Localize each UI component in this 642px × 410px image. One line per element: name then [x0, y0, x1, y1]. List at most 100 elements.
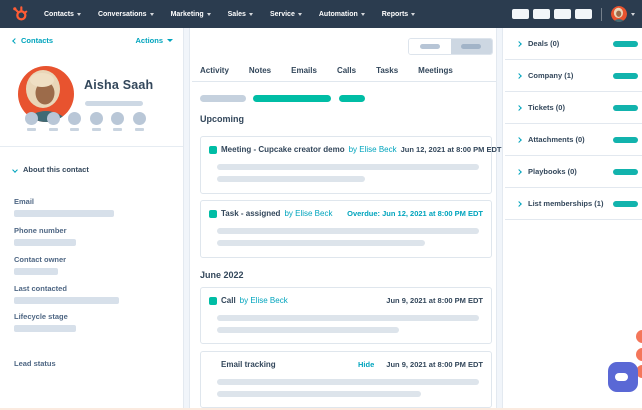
about-contact-section-toggle[interactable]: About this contact: [13, 165, 89, 174]
card-byline[interactable]: by Elise Beck: [240, 296, 288, 305]
chevron-down-icon: [249, 13, 253, 16]
tab-emails[interactable]: Emails: [291, 66, 317, 75]
task-icon: [209, 210, 217, 218]
back-to-contacts-link[interactable]: Contacts: [13, 36, 53, 45]
main-menu: Contacts Conversations Marketing Sales S…: [44, 11, 415, 18]
filter-chip[interactable]: [339, 95, 365, 102]
section-playbooks[interactable]: Playbooks (0): [505, 156, 642, 188]
card-title[interactable]: Email tracking: [221, 360, 276, 369]
quick-action-icon[interactable]: [111, 112, 124, 131]
tab-activity[interactable]: Activity: [200, 66, 229, 75]
card-title[interactable]: Meeting - Cupcake creator demo: [221, 145, 345, 154]
nav-item-reports[interactable]: Reports: [382, 11, 415, 18]
chevron-right-icon: [516, 137, 522, 143]
card-timestamp-overdue: Overdue: Jun 12, 2021 at 8:00 PM EDT: [347, 209, 483, 218]
tab-calls[interactable]: Calls: [337, 66, 356, 75]
chevron-left-icon: [12, 38, 18, 44]
nav-item-contacts[interactable]: Contacts: [44, 11, 81, 18]
section-label: Playbooks (0): [528, 167, 577, 176]
quick-action-icon[interactable]: [90, 112, 103, 131]
placeholder-bar: [217, 240, 425, 246]
card-title[interactable]: Call: [221, 296, 236, 305]
section-tickets[interactable]: Tickets (0): [505, 92, 642, 124]
placeholder-bar: [14, 210, 114, 217]
top-navbar: Contacts Conversations Marketing Sales S…: [0, 0, 642, 28]
placeholder-bar: [461, 44, 481, 49]
tab-tasks[interactable]: Tasks: [376, 66, 398, 75]
placeholder-bar: [85, 101, 143, 106]
toolbar-icon-button[interactable]: [512, 9, 529, 19]
hide-link[interactable]: Hide: [358, 360, 374, 369]
placeholder-bar: [217, 379, 479, 385]
nav-item-conversations[interactable]: Conversations: [98, 11, 154, 18]
card-timestamp: Jun 12, 2021 at 8:00 PM EDT: [401, 145, 502, 154]
quick-action-icon[interactable]: [25, 112, 38, 131]
placeholder-bar: [217, 164, 479, 170]
view-toggle-left-segment[interactable]: [409, 39, 451, 54]
placeholder-bar: [420, 44, 440, 49]
meeting-icon: [209, 146, 217, 154]
tab-notes[interactable]: Notes: [249, 66, 271, 75]
field-label: Lifecycle stage: [14, 312, 76, 321]
view-toggle-right-segment[interactable]: [451, 39, 493, 54]
field-label: Last contacted: [14, 284, 119, 293]
nav-item-service[interactable]: Service: [270, 11, 302, 18]
nav-item-label: Reports: [382, 11, 408, 18]
back-link-label: Contacts: [21, 36, 53, 45]
chevron-right-icon: [516, 201, 522, 207]
tab-meetings[interactable]: Meetings: [418, 66, 453, 75]
activity-card-email-tracking[interactable]: Email tracking Hide Jun 9, 2021 at 8:00 …: [200, 351, 492, 408]
quick-action-icon[interactable]: [68, 112, 81, 131]
chevron-right-icon: [516, 169, 522, 175]
chevron-down-icon[interactable]: [631, 13, 635, 16]
chat-widget-button[interactable]: [608, 362, 638, 392]
navbar-divider: [601, 8, 602, 21]
activity-panel: Activity Notes Emails Calls Tasks Meetin…: [192, 28, 496, 410]
quick-action-icon[interactable]: [47, 112, 60, 131]
card-byline[interactable]: by Elise Beck: [284, 209, 332, 218]
placeholder-bar: [613, 137, 638, 143]
view-toggle[interactable]: [408, 38, 493, 55]
chevron-down-icon: [150, 13, 154, 16]
chevron-right-icon: [516, 41, 522, 47]
toolbar-icon-button[interactable]: [575, 9, 592, 19]
hubspot-logo-icon[interactable]: [12, 6, 28, 22]
contact-name: Aisha Saah: [84, 78, 153, 92]
card-header: Meeting - Cupcake creator demo by Elise …: [209, 145, 483, 154]
activity-card-task[interactable]: Task - assigned by Elise Beck Overdue: J…: [200, 200, 492, 258]
actions-dropdown[interactable]: Actions: [135, 36, 173, 45]
chevron-down-icon: [207, 13, 211, 16]
card-timestamp: Jun 9, 2021 at 8:00 PM EDT: [386, 296, 483, 305]
placeholder-bar: [217, 327, 399, 333]
filter-chip[interactable]: [200, 95, 246, 102]
nav-item-marketing[interactable]: Marketing: [171, 11, 211, 18]
nav-item-automation[interactable]: Automation: [319, 11, 365, 18]
nav-item-sales[interactable]: Sales: [228, 11, 253, 18]
toolbar-icon-button[interactable]: [533, 9, 550, 19]
placeholder-bar: [14, 239, 76, 246]
filter-chip[interactable]: [253, 95, 331, 102]
chevron-down-icon: [411, 13, 415, 16]
navbar-right-cluster: [512, 6, 635, 22]
nav-item-label: Marketing: [171, 11, 204, 18]
card-timestamp: Jun 9, 2021 at 8:00 PM EDT: [386, 360, 483, 369]
card-title[interactable]: Task - assigned: [221, 209, 280, 218]
placeholder-bar: [217, 228, 479, 234]
section-label: Company (1): [528, 71, 573, 80]
quick-action-icon[interactable]: [133, 112, 146, 131]
user-avatar[interactable]: [611, 6, 627, 22]
placeholder-bar: [613, 169, 638, 175]
section-deals[interactable]: Deals (0): [505, 28, 642, 60]
chevron-down-icon: [12, 167, 18, 173]
group-title-june-2022: June 2022: [200, 270, 244, 280]
chevron-down-icon: [167, 39, 173, 42]
activity-tabs: Activity Notes Emails Calls Tasks Meetin…: [200, 66, 453, 75]
activity-card-meeting[interactable]: Meeting - Cupcake creator demo by Elise …: [200, 136, 492, 194]
section-company[interactable]: Company (1): [505, 60, 642, 92]
toolbar-icon-button[interactable]: [554, 9, 571, 19]
section-attachments[interactable]: Attachments (0): [505, 124, 642, 156]
activity-card-call[interactable]: Call by Elise Beck Jun 9, 2021 at 8:00 P…: [200, 287, 492, 344]
section-list-memberships[interactable]: List memberships (1): [505, 188, 642, 220]
card-byline[interactable]: by Elise Beck: [349, 145, 397, 154]
section-label: Deals (0): [528, 39, 559, 48]
